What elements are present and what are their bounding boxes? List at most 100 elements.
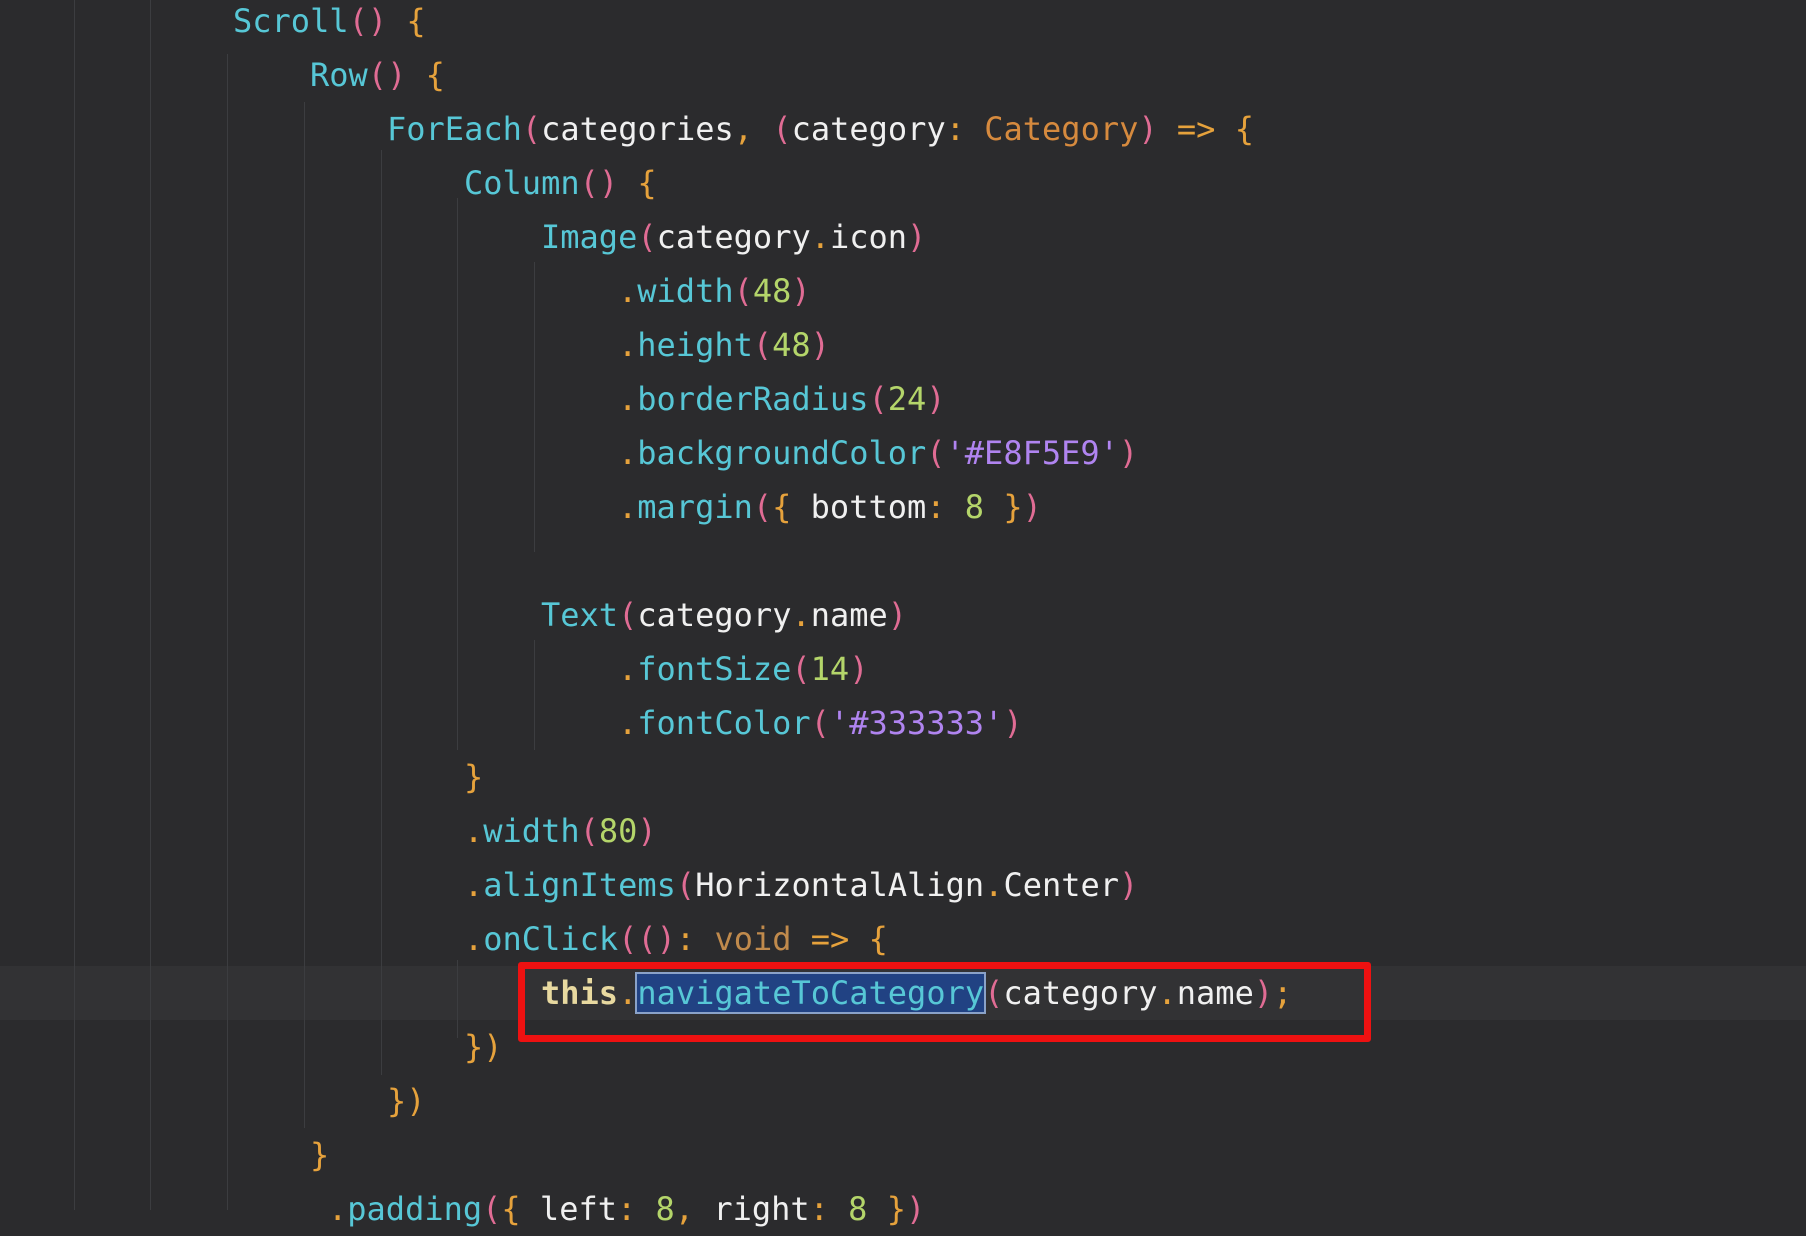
code-token: . (618, 704, 638, 742)
code-token: alignItems (483, 866, 676, 904)
code-line[interactable]: .height(48) (0, 318, 1806, 372)
code-token: ) (905, 1190, 926, 1228)
code-token: HorizontalAlign (695, 866, 985, 904)
code-token: : (809, 1190, 829, 1228)
code-token: ( (752, 326, 773, 364)
code-token: ( (926, 434, 946, 472)
code-token: categories (541, 110, 734, 148)
code-token: { (1234, 110, 1254, 148)
code-line[interactable]: Scroll() { (0, 0, 1806, 48)
code-line[interactable]: }) (0, 1074, 1806, 1128)
code-line[interactable]: .width(80) (0, 804, 1806, 858)
code-line[interactable]: .alignItems(HorizontalAlign.Center) (0, 858, 1806, 912)
code-token: '#333333' (829, 704, 1004, 742)
code-token: { (501, 1190, 521, 1228)
code-line[interactable]: .onClick((): void => { (0, 912, 1806, 966)
code-token: ) (810, 326, 830, 364)
code-token: . (464, 866, 484, 904)
code-token: } (886, 1190, 906, 1228)
code-token: 8 (964, 488, 985, 526)
code-token: . (618, 272, 638, 310)
code-line[interactable]: .fontSize(14) (0, 642, 1806, 696)
code-line[interactable]: .padding({ left: 8, right: 8 }) (0, 1182, 1806, 1236)
code-token: width (637, 272, 734, 310)
code-token: . (464, 920, 484, 958)
code-token: category (791, 110, 946, 148)
code-token: void (714, 920, 792, 958)
code-token: icon (829, 218, 908, 256)
code-token: Row (310, 56, 368, 94)
code-token: ( (675, 866, 696, 904)
code-token: => (810, 920, 850, 958)
code-token: 8 (848, 1190, 868, 1228)
code-token: ) (926, 380, 946, 418)
code-token: ( (579, 164, 599, 202)
code-token: ( (579, 812, 599, 850)
code-line[interactable] (0, 534, 1806, 588)
code-token: 8 (655, 1190, 675, 1228)
code-token: 24 (887, 380, 927, 418)
code-token: }) (464, 1028, 503, 1066)
code-token: ) (637, 812, 657, 850)
code-line[interactable]: .borderRadius(24) (0, 372, 1806, 426)
code-line[interactable]: Text(category.name) (0, 588, 1806, 642)
code-token: 48 (752, 272, 792, 310)
code-token: Scroll (233, 2, 349, 40)
code-token: . (791, 596, 811, 634)
code-token: { (406, 2, 426, 40)
code-line[interactable]: .fontColor('#333333') (0, 696, 1806, 750)
code-token: }) (387, 1082, 426, 1120)
code-line[interactable]: .margin({ bottom: 8 }) (0, 480, 1806, 534)
code-token: ) (598, 164, 619, 202)
code-line[interactable]: } (0, 1128, 1806, 1182)
code-token: onClick (483, 920, 619, 958)
code-token: ) (849, 650, 869, 688)
code-token: width (483, 812, 580, 850)
code-token: . (618, 326, 638, 364)
code-token: => (1176, 110, 1216, 148)
code-token: fontSize (637, 650, 792, 688)
code-token: '#E8F5E9' (945, 434, 1119, 472)
code-token: ) (887, 596, 908, 634)
code-token: right (713, 1190, 810, 1228)
code-line[interactable]: Image(category.icon) (0, 210, 1806, 264)
code-token: category (656, 218, 811, 256)
code-token: category (637, 596, 792, 634)
code-token: ( (521, 110, 542, 148)
code-token: : (926, 488, 946, 526)
code-token: padding (347, 1190, 483, 1228)
code-token: ( (810, 704, 830, 742)
code-token: Category (984, 110, 1139, 148)
code-token: Image (541, 218, 638, 256)
code-token: ( (637, 218, 657, 256)
code-token: : (945, 110, 965, 148)
code-token: fontColor (637, 704, 811, 742)
code-line[interactable]: Row() { (0, 48, 1806, 102)
code-token: 14 (810, 650, 850, 688)
code-token: Center (1003, 866, 1120, 904)
code-line[interactable]: ForEach(categories, (category: Category)… (0, 102, 1806, 156)
code-token: ) (1022, 488, 1042, 526)
code-token: . (618, 434, 638, 472)
code-token: left (539, 1190, 617, 1228)
code-token: ) (1138, 110, 1158, 148)
code-line[interactable]: } (0, 750, 1806, 804)
code-token: { (868, 920, 888, 958)
code-token: ( (868, 380, 888, 418)
code-token: height (637, 326, 753, 364)
code-line[interactable]: .backgroundColor('#E8F5E9') (0, 426, 1806, 480)
code-line[interactable]: .width(48) (0, 264, 1806, 318)
code-token: { (772, 488, 792, 526)
code-line[interactable]: Column() { (0, 156, 1806, 210)
code-editor[interactable]: Scroll() {Row() {ForEach(categories, (ca… (0, 0, 1806, 1228)
code-token: ( (482, 1190, 502, 1228)
